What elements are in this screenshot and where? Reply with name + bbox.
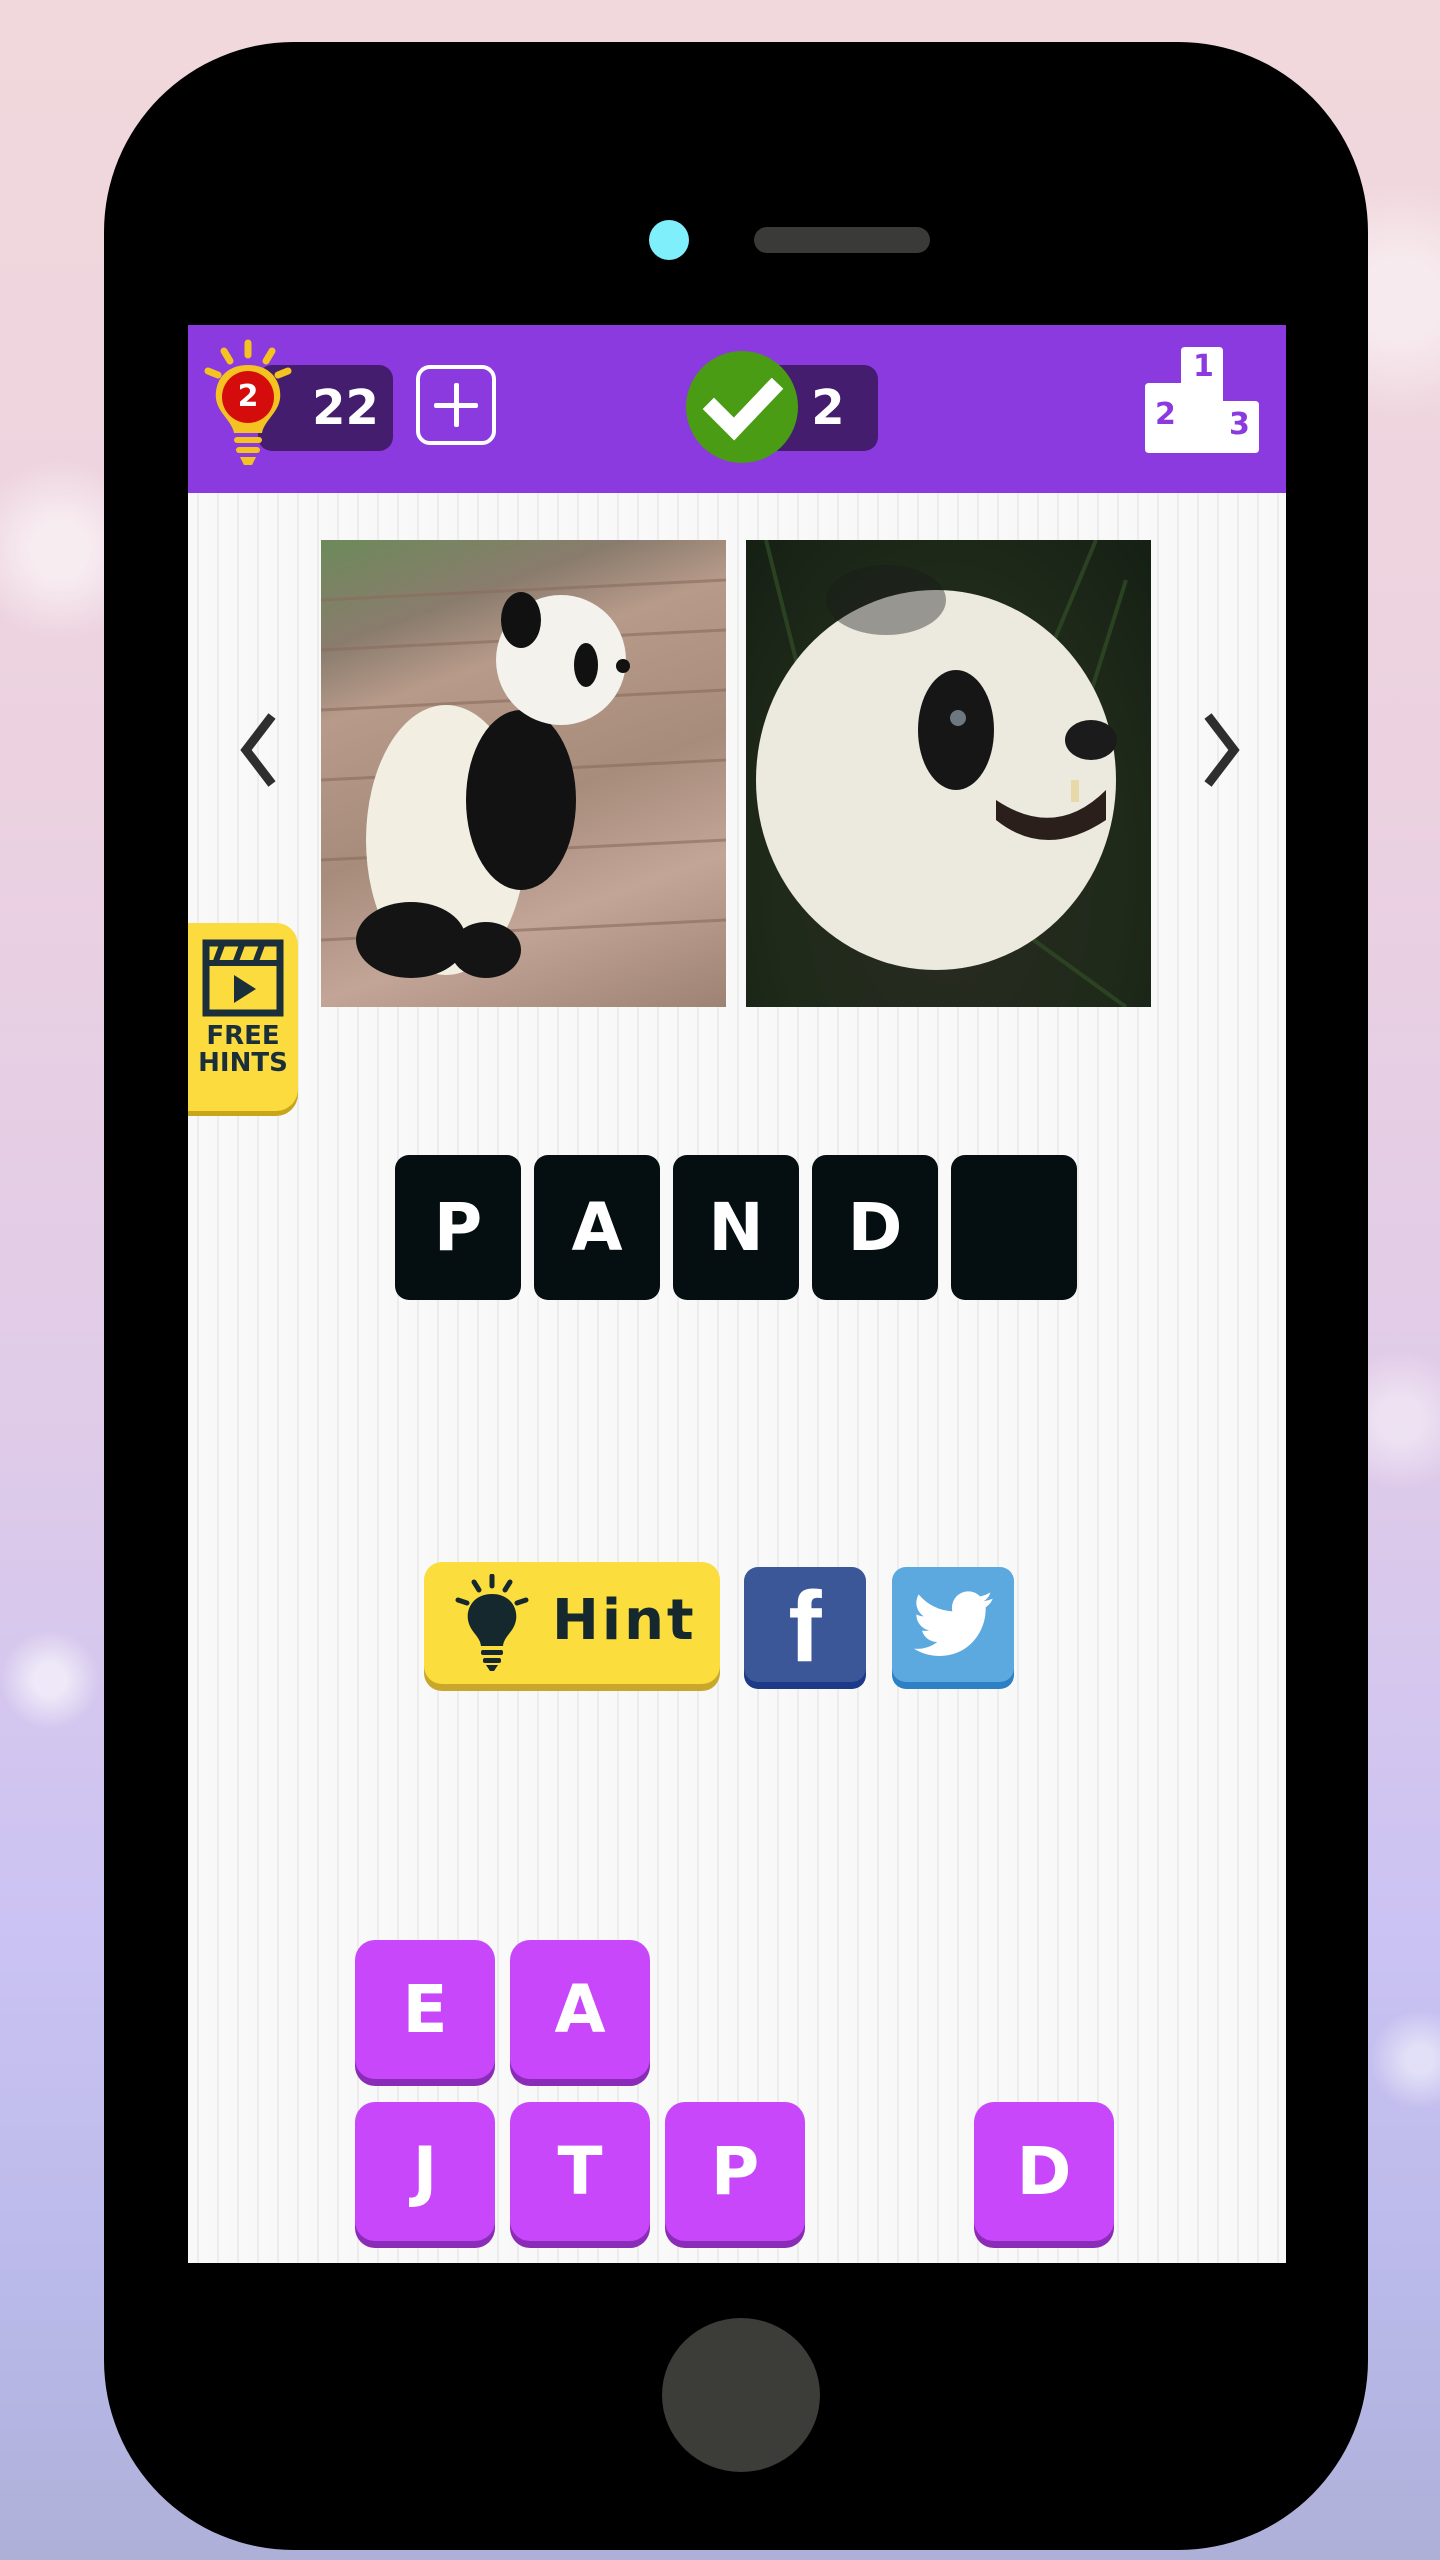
letter-tile[interactable]: D (974, 2102, 1114, 2241)
game-screen: 22 2 2 1 2 3 FREE HINTS P A N D Hint f E… (188, 325, 1286, 2263)
leaderboard-button[interactable]: 1 2 3 (1143, 345, 1261, 455)
letter-tile[interactable]: T (510, 2102, 650, 2241)
free-hints-label: FREE HINTS (198, 1021, 288, 1078)
hints-count: 22 (312, 380, 379, 436)
lightbulb-icon (455, 1574, 529, 1671)
hint-label: Hint (552, 1588, 697, 1653)
facebook-share-button[interactable]: f (744, 1567, 866, 1683)
checkmark-icon (686, 351, 798, 463)
front-camera (649, 220, 689, 260)
free-hints-button[interactable]: FREE HINTS (188, 923, 298, 1111)
letter-tile[interactable]: E (355, 1940, 495, 2079)
answer-slot[interactable]: P (395, 1155, 521, 1300)
earpiece-speaker (754, 227, 930, 253)
top-bar: 22 2 2 1 2 3 (188, 325, 1286, 493)
letter-tile[interactable]: A (510, 1940, 650, 2079)
twitter-bird-icon (914, 1591, 993, 1656)
rank-third: 3 (1229, 407, 1250, 442)
answer-slot[interactable]: D (812, 1155, 938, 1300)
add-hints-button[interactable] (416, 365, 496, 445)
twitter-share-button[interactable] (892, 1567, 1014, 1682)
previous-arrow-icon[interactable] (226, 700, 296, 800)
video-clapperboard-icon (202, 939, 284, 1017)
puzzle-image-1[interactable] (321, 540, 726, 1007)
puzzle-image-2[interactable] (746, 540, 1151, 1007)
answer-slot[interactable]: A (534, 1155, 660, 1300)
rank-second: 2 (1155, 397, 1176, 432)
next-arrow-icon[interactable] (1184, 700, 1254, 800)
facebook-icon: f (788, 1571, 822, 1683)
answer-slot[interactable]: N (673, 1155, 799, 1300)
free-hints-badge: 2 (237, 379, 259, 414)
letter-tile[interactable]: J (355, 2102, 495, 2241)
answer-slots: P A N D (395, 1155, 1077, 1300)
home-button[interactable] (662, 2318, 820, 2472)
letter-tile[interactable]: P (665, 2102, 805, 2241)
hint-button[interactable]: Hint (424, 1562, 720, 1684)
answer-slot-empty[interactable] (951, 1155, 1077, 1300)
rank-first: 1 (1193, 349, 1214, 384)
